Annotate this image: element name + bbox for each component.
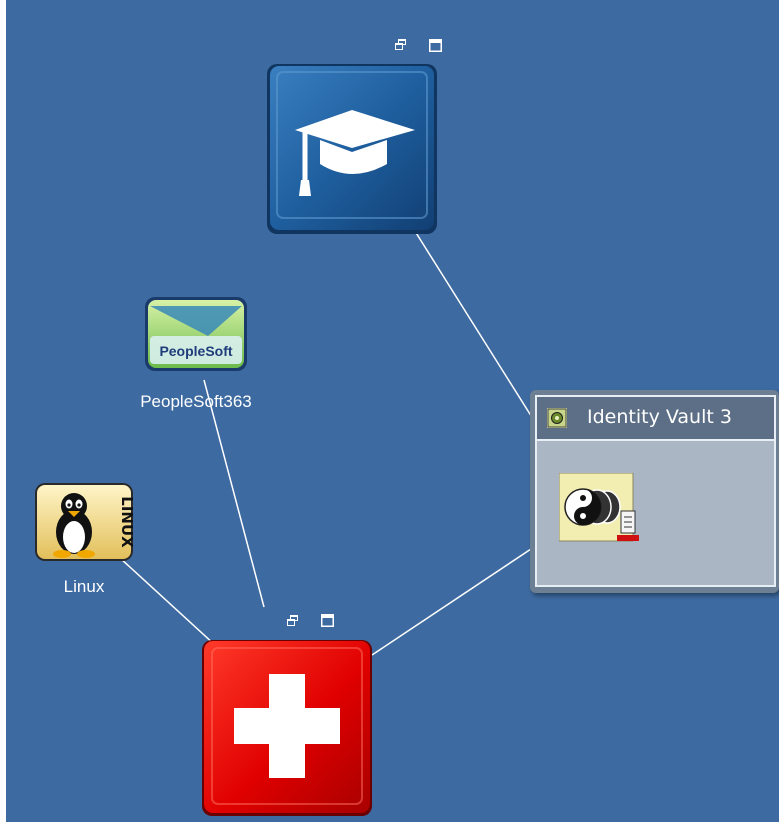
peoplesoft-logo-icon: PeopleSoft (145, 297, 247, 371)
restore-icon[interactable] (287, 615, 298, 626)
linux-node[interactable]: LINUX (34, 482, 136, 562)
identity-vault-icon (547, 408, 567, 428)
peoplesoft-node[interactable]: PeopleSoft (144, 296, 248, 372)
identity-vault-panel[interactable]: Identity Vault 3 (530, 390, 779, 593)
link-peoplesoft-health[interactable] (203, 379, 265, 608)
maximize-icon[interactable] (429, 39, 442, 52)
education-node[interactable] (265, 62, 439, 236)
identity-vault-body: Identity Vault 3 (535, 395, 776, 587)
peoplesoft-label: PeopleSoft363 (140, 392, 252, 411)
svg-text:PeopleSoft: PeopleSoft (159, 343, 232, 359)
designer-canvas[interactable]: PeopleSoft PeopleSoft363 LINUX Linux Ide… (6, 0, 779, 822)
linux-label: Linux (63, 577, 105, 596)
graduation-cap-icon (267, 64, 437, 234)
link-health-vault[interactable] (371, 534, 553, 656)
identity-vault-title: Identity Vault 3 (587, 406, 732, 428)
linux-tux-icon: LINUX (35, 483, 136, 561)
red-cross-icon (202, 640, 372, 816)
identity-vault-header: Identity Vault 3 (537, 397, 774, 441)
maximize-icon[interactable] (321, 614, 334, 627)
driver-set-icon[interactable] (558, 472, 639, 543)
svg-text:LINUX: LINUX (118, 496, 134, 548)
restore-icon[interactable] (395, 39, 406, 50)
health-node[interactable] (200, 638, 374, 818)
link-linux-health[interactable] (119, 557, 216, 646)
